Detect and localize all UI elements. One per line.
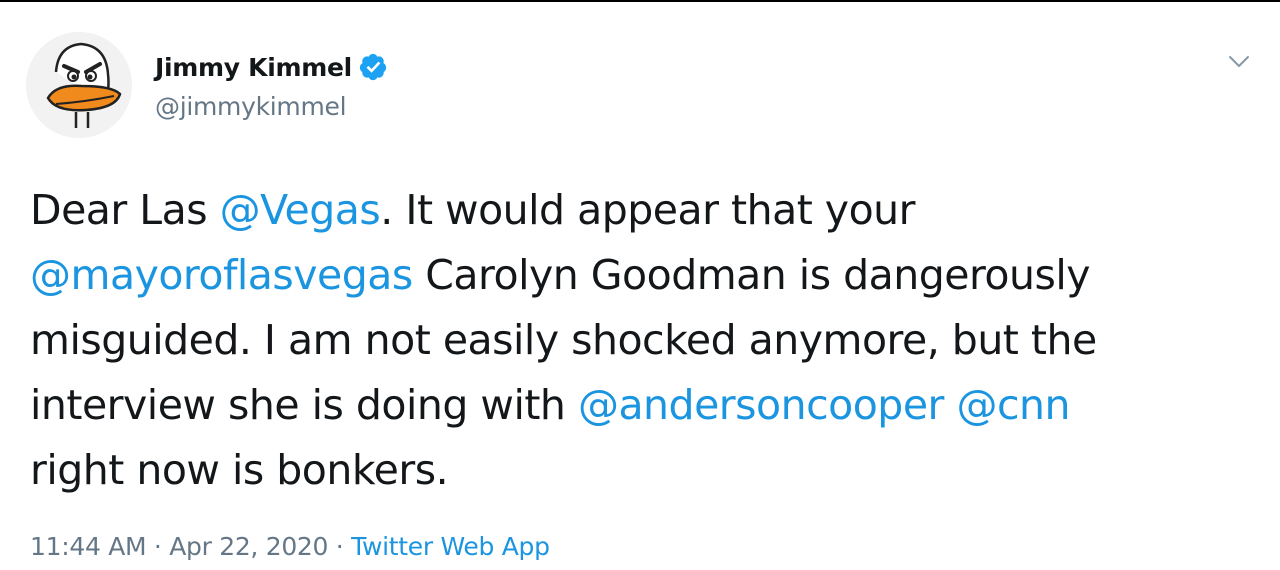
verified-badge-icon bbox=[359, 53, 387, 81]
tweet-text-segment bbox=[944, 381, 957, 429]
tweet-line: right now is bonkers. bbox=[30, 438, 1245, 503]
top-divider bbox=[0, 0, 1280, 2]
meta-separator: · bbox=[328, 532, 352, 561]
tweet-line: interview she is doing with @andersoncoo… bbox=[30, 373, 1245, 438]
mention-cnn[interactable]: @cnn bbox=[956, 381, 1070, 429]
chevron-down-icon[interactable] bbox=[1224, 46, 1254, 76]
tweet-line: @mayoroflasvegas Carolyn Goodman is dang… bbox=[30, 243, 1245, 308]
mention-andersoncooper[interactable]: @andersoncooper bbox=[578, 381, 944, 429]
tweet-text-segment: Carolyn Goodman is dangerously bbox=[412, 251, 1091, 299]
mention-mayoroflasvegas[interactable]: @mayoroflasvegas bbox=[30, 251, 413, 299]
username-handle[interactable]: @jimmykimmel bbox=[155, 92, 347, 121]
meta-separator: · bbox=[146, 532, 170, 561]
tweet-text: Dear Las @Vegas. It would appear that yo… bbox=[30, 178, 1245, 503]
tweet-date[interactable]: Apr 22, 2020 bbox=[169, 532, 328, 561]
mention-vegas[interactable]: @Vegas bbox=[220, 186, 381, 234]
tweet-text-segment: interview she is doing with bbox=[30, 381, 578, 429]
tweet-text-segment: . It would appear that your bbox=[380, 186, 915, 234]
tweet-metadata: 11:44 AM · Apr 22, 2020 · Twitter Web Ap… bbox=[30, 532, 550, 561]
tweet-line: Dear Las @Vegas. It would appear that yo… bbox=[30, 178, 1245, 243]
display-name[interactable]: Jimmy Kimmel bbox=[155, 53, 352, 82]
tweet-source-link[interactable]: Twitter Web App bbox=[351, 532, 550, 561]
duck-avatar-icon bbox=[26, 32, 132, 138]
tweet-text-segment: right now is bonkers. bbox=[30, 446, 449, 494]
author-name-row[interactable]: Jimmy Kimmel bbox=[155, 48, 388, 86]
tweet-text-segment: Dear Las bbox=[30, 186, 220, 234]
tweet-text-segment: misguided. I am not easily shocked anymo… bbox=[30, 316, 1097, 364]
tweet-line: misguided. I am not easily shocked anymo… bbox=[30, 308, 1245, 373]
avatar[interactable] bbox=[26, 32, 132, 138]
tweet-time[interactable]: 11:44 AM bbox=[30, 532, 147, 561]
